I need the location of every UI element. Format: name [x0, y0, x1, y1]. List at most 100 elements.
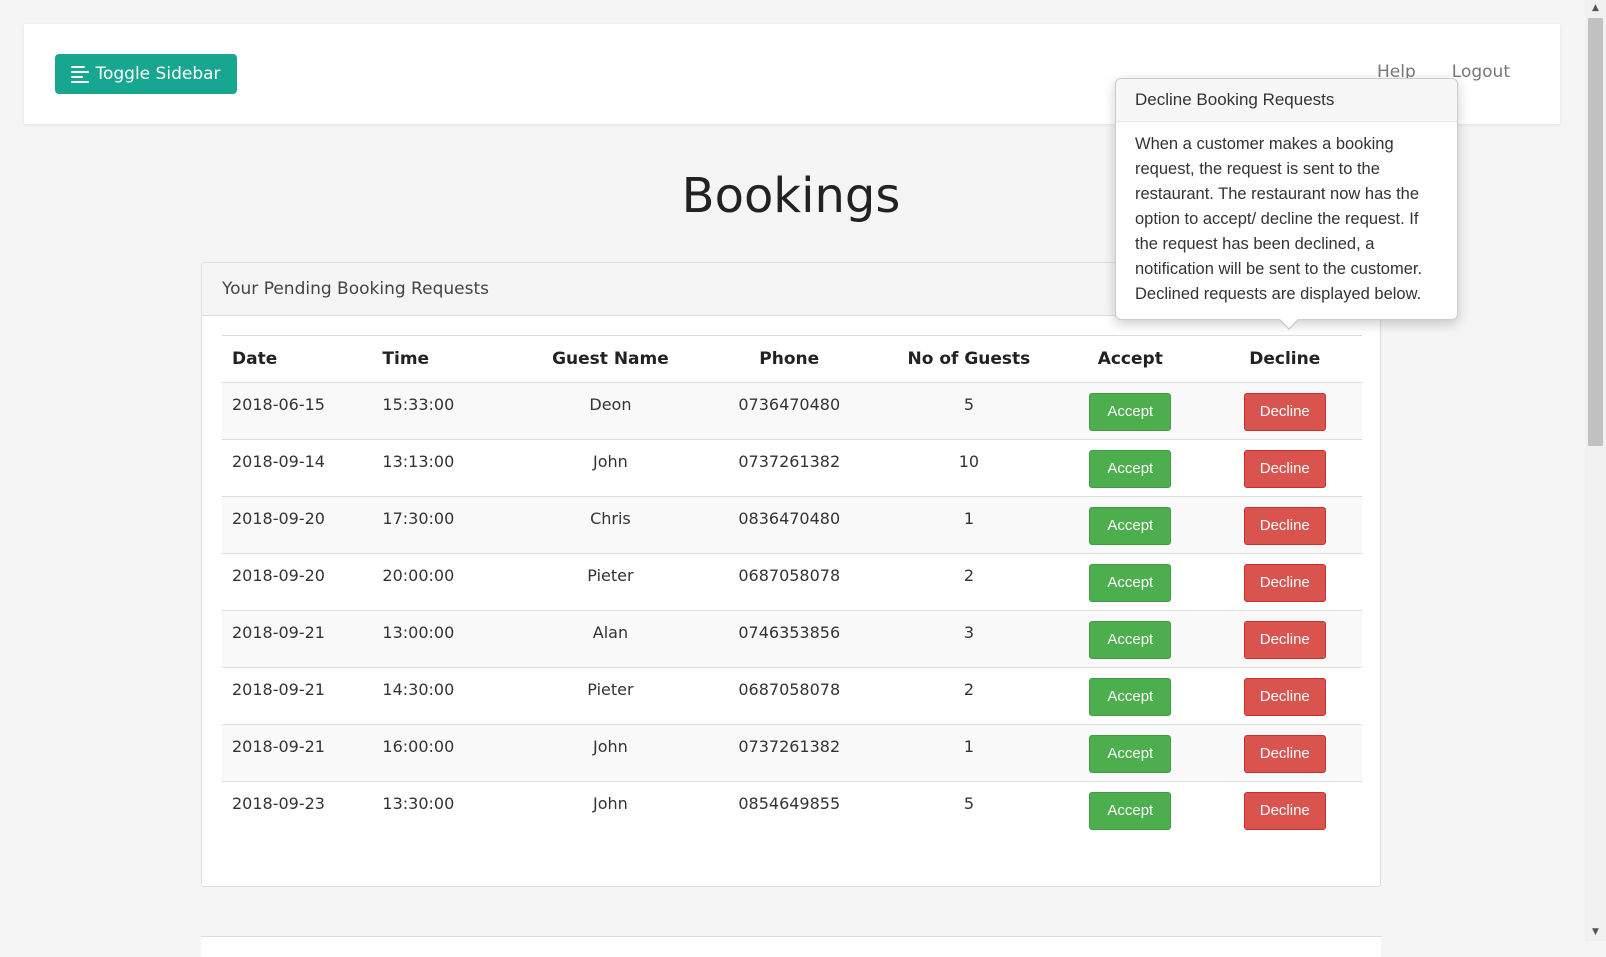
cell-time: 13:00:00: [372, 610, 528, 668]
cell-phone: 0836470480: [693, 496, 885, 554]
column-header-decline: Decline: [1207, 335, 1362, 383]
cell-date: 2018-09-21: [222, 610, 373, 668]
popover-line: When a customer makes a booking: [1135, 135, 1394, 153]
cell-guest-name: Chris: [527, 496, 694, 554]
cell-accept: Accept: [1053, 667, 1208, 725]
decline-button[interactable]: Decline: [1243, 735, 1326, 773]
cell-accept: Accept: [1053, 382, 1208, 440]
cell-date: 2018-09-21: [222, 667, 373, 725]
popover-line: the request has been declined, a: [1135, 235, 1375, 253]
triangle-up-icon[interactable]: ▲: [1585, 0, 1606, 17]
cell-phone: 0854649855: [693, 781, 885, 839]
cell-decline: Decline: [1207, 667, 1362, 725]
accept-button[interactable]: Accept: [1089, 450, 1172, 488]
column-header-time: Time: [372, 335, 528, 383]
accept-button[interactable]: Accept: [1089, 792, 1172, 830]
bookings-table: Date Time Guest Name Phone No of Guests …: [222, 335, 1362, 839]
cell-date: 2018-06-15: [222, 382, 373, 440]
cell-phone: 0737261382: [693, 724, 885, 782]
cell-decline: Decline: [1207, 553, 1362, 611]
triangle-down-icon[interactable]: ▼: [1585, 924, 1606, 941]
cell-date: 2018-09-21: [222, 724, 373, 782]
accept-button[interactable]: Accept: [1089, 678, 1172, 716]
cell-phone: 0746353856: [693, 610, 885, 668]
decline-button[interactable]: Decline: [1243, 507, 1326, 545]
declined-bookings-panel-edge: [201, 936, 1381, 957]
cell-decline: Decline: [1207, 781, 1362, 839]
cell-accept: Accept: [1053, 439, 1208, 497]
decline-help-popover: Decline Booking Requests When a customer…: [1115, 78, 1458, 330]
cell-decline: Decline: [1207, 439, 1362, 497]
cell-guests: 10: [884, 439, 1054, 497]
accept-button[interactable]: Accept: [1089, 507, 1172, 545]
popover-line: request, the request is sent to the: [1135, 160, 1380, 178]
cell-guests: 1: [884, 496, 1054, 554]
popover-content: When a customer makes a booking request,…: [1116, 122, 1457, 317]
decline-button[interactable]: Decline: [1243, 792, 1326, 830]
cell-guests: 2: [884, 667, 1054, 725]
cell-guest-name: Deon: [527, 382, 694, 440]
cell-decline: Decline: [1207, 610, 1362, 668]
cell-date: 2018-09-20: [222, 553, 373, 611]
cell-time: 20:00:00: [372, 553, 528, 611]
toggle-sidebar-button[interactable]: Toggle Sidebar: [55, 54, 237, 94]
cell-time: 13:13:00: [372, 439, 528, 497]
cell-guest-name: John: [527, 724, 694, 782]
table-row: 2018-09-14 13:13:00 John 0737261382 10 Accept…: [222, 439, 1362, 497]
popover-line: Declined requests are displayed below.: [1135, 285, 1422, 303]
decline-button[interactable]: Decline: [1243, 621, 1326, 659]
popover-title: Decline Booking Requests: [1116, 79, 1457, 122]
table-row: 2018-09-21 14:30:00 Pieter 0687058078 2 Accep…: [222, 667, 1362, 725]
table-row: 2018-06-15 15:33:00 Deon 0736470480 5 Accept D…: [222, 382, 1362, 440]
cell-guests: 2: [884, 553, 1054, 611]
popover-line: notification will be sent to the custome…: [1135, 260, 1423, 278]
cell-phone: 0687058078: [693, 667, 885, 725]
accept-button[interactable]: Accept: [1089, 621, 1172, 659]
decline-button[interactable]: Decline: [1243, 678, 1326, 716]
decline-button[interactable]: Decline: [1243, 393, 1326, 431]
column-header-no-of-guests: No of Guests: [884, 335, 1054, 383]
accept-button[interactable]: Accept: [1089, 393, 1172, 431]
vertical-scrollbar[interactable]: ▲ ▼: [1585, 0, 1606, 941]
cell-accept: Accept: [1053, 553, 1208, 611]
cell-time: 17:30:00: [372, 496, 528, 554]
popover-line: option to accept/ decline the request. I…: [1135, 210, 1419, 228]
table-header-row: Date Time Guest Name Phone No of Guests …: [222, 335, 1362, 383]
cell-accept: Accept: [1053, 610, 1208, 668]
cell-guest-name: Alan: [527, 610, 694, 668]
cell-guest-name: Pieter: [527, 667, 694, 725]
cell-guest-name: John: [527, 781, 694, 839]
table-row: 2018-09-23 13:30:00 John 0854649855 5 Accept D…: [222, 781, 1362, 839]
cell-guest-name: John: [527, 439, 694, 497]
cell-decline: Decline: [1207, 382, 1362, 440]
decline-button[interactable]: Decline: [1243, 450, 1326, 488]
accept-button[interactable]: Accept: [1089, 564, 1172, 602]
menu-lines-icon: [71, 65, 90, 83]
cell-date: 2018-09-23: [222, 781, 373, 839]
cell-time: 13:30:00: [372, 781, 528, 839]
scrollbar-thumb[interactable]: [1588, 18, 1603, 446]
cell-decline: Decline: [1207, 496, 1362, 554]
cell-date: 2018-09-20: [222, 496, 373, 554]
cell-guests: 1: [884, 724, 1054, 782]
decline-button[interactable]: Decline: [1243, 564, 1326, 602]
cell-time: 15:33:00: [372, 382, 528, 440]
cell-guests: 3: [884, 610, 1054, 668]
pending-bookings-panel: Your Pending Booking Requests Date Time …: [201, 262, 1381, 887]
accept-button[interactable]: Accept: [1089, 735, 1172, 773]
table-row: 2018-09-20 20:00:00 Pieter 0687058078 2 Accep…: [222, 553, 1362, 611]
cell-phone: 0687058078: [693, 553, 885, 611]
column-header-date: Date: [222, 335, 373, 383]
cell-accept: Accept: [1053, 781, 1208, 839]
cell-date: 2018-09-14: [222, 439, 373, 497]
cell-accept: Accept: [1053, 496, 1208, 554]
nav-logout-link[interactable]: Logout: [1452, 62, 1510, 82]
toggle-sidebar-label: Toggle Sidebar: [95, 64, 221, 84]
popover-line: restaurant. The restaurant now has the: [1135, 185, 1420, 203]
table-row: 2018-09-20 17:30:00 Chris 0836470480 1 Accept…: [222, 496, 1362, 554]
cell-guest-name: Pieter: [527, 553, 694, 611]
cell-decline: Decline: [1207, 724, 1362, 782]
cell-phone: 0736470480: [693, 382, 885, 440]
cell-time: 16:00:00: [372, 724, 528, 782]
cell-time: 14:30:00: [372, 667, 528, 725]
